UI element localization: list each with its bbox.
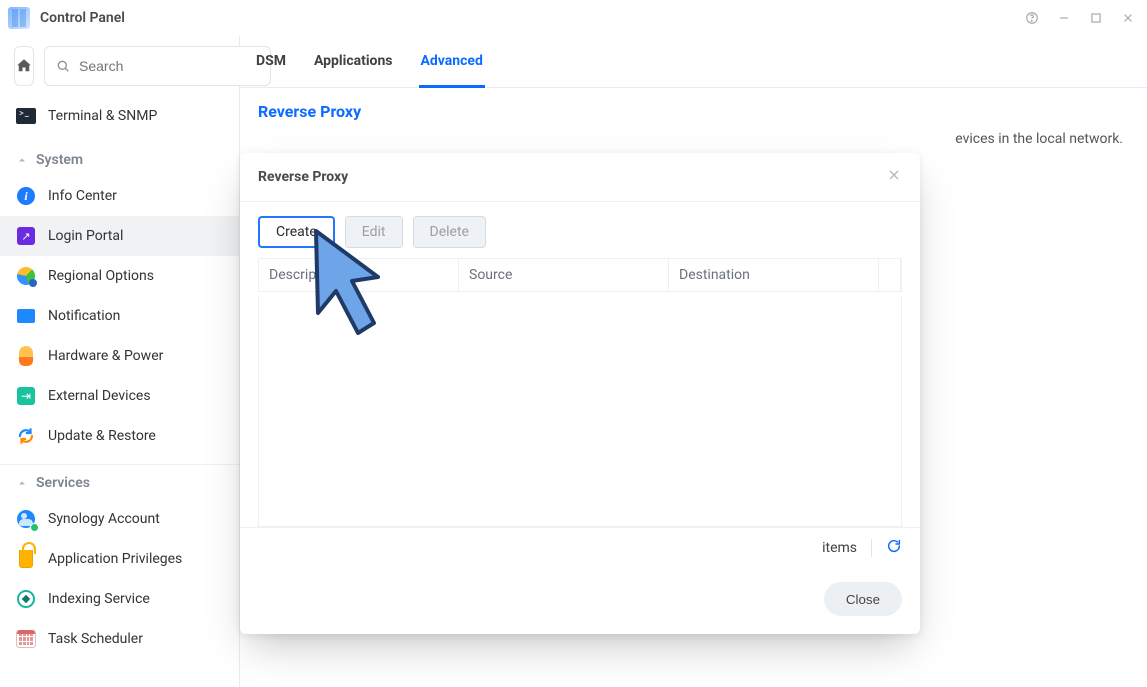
table: [258, 296, 902, 527]
search-icon: [55, 58, 71, 74]
section-label: System: [36, 152, 83, 168]
update-restore-icon: [16, 426, 36, 446]
section-description-partial: evices in the local network.: [240, 121, 1147, 147]
sidebar-item-label: Notification: [48, 308, 223, 324]
sidebar-section-system[interactable]: System: [0, 142, 239, 176]
search-input[interactable]: [79, 58, 260, 74]
sidebar-item-task-scheduler[interactable]: Task Scheduler: [0, 619, 239, 659]
sidebar-section-services[interactable]: Services: [0, 464, 239, 499]
col-destination[interactable]: Destination: [669, 259, 879, 291]
sidebar-item-update-restore[interactable]: Update & Restore: [0, 416, 239, 456]
minimize-button[interactable]: [1053, 7, 1075, 29]
sidebar-item-terminal-snmp[interactable]: Terminal & SNMP: [0, 96, 239, 136]
delete-button[interactable]: Delete: [413, 216, 486, 248]
search-field[interactable]: [44, 46, 271, 86]
window-title: Control Panel: [40, 10, 125, 26]
lock-icon: [16, 549, 36, 569]
sidebar-item-label: External Devices: [48, 388, 223, 404]
sidebar-item-hardware-power[interactable]: Hardware & Power: [0, 336, 239, 376]
sidebar-item-info-center[interactable]: Info Center: [0, 176, 239, 216]
maximize-button[interactable]: [1085, 7, 1107, 29]
dialog-close-icon[interactable]: [886, 167, 902, 187]
sidebar-item-label: Hardware & Power: [48, 348, 223, 364]
sidebar-item-label: Update & Restore: [48, 428, 223, 444]
col-source[interactable]: Source: [459, 259, 669, 291]
app-window: Control Panel Terminal & SNMP: [0, 0, 1147, 687]
sidebar-item-login-portal[interactable]: Login Portal: [0, 216, 239, 256]
dialog-title: Reverse Proxy: [258, 169, 348, 185]
calendar-icon: [16, 629, 36, 649]
app-icon: [8, 7, 30, 29]
sidebar-item-label: Regional Options: [48, 268, 223, 284]
account-icon: [16, 509, 36, 529]
sidebar: Terminal & SNMP System Info Center Login…: [0, 36, 240, 687]
table-body-empty: [259, 296, 901, 526]
bulb-icon: [16, 346, 36, 366]
tab-applications[interactable]: Applications: [312, 35, 395, 87]
sidebar-item-indexing-service[interactable]: Indexing Service: [0, 579, 239, 619]
chevron-up-icon: [16, 477, 28, 489]
sidebar-item-label: Terminal & SNMP: [48, 108, 223, 124]
col-tail: [879, 259, 901, 291]
section-title-text: Reverse Proxy: [258, 102, 1129, 121]
sidebar-item-notification[interactable]: Notification: [0, 296, 239, 336]
sidebar-item-synology-account[interactable]: Synology Account: [0, 499, 239, 539]
sidebar-item-regional-options[interactable]: Regional Options: [0, 256, 239, 296]
sidebar-item-application-privileges[interactable]: Application Privileges: [0, 539, 239, 579]
sidebar-item-label: Application Privileges: [48, 551, 223, 567]
edit-button[interactable]: Edit: [345, 216, 403, 248]
terminal-icon: [16, 106, 36, 126]
tab-dsm[interactable]: DSM: [254, 35, 288, 87]
sidebar-item-label: Synology Account: [48, 511, 223, 527]
close-window-button[interactable]: [1117, 7, 1139, 29]
tab-advanced[interactable]: Advanced: [419, 36, 485, 88]
chat-icon: [16, 306, 36, 326]
close-button[interactable]: Close: [824, 582, 902, 616]
sidebar-item-label: Info Center: [48, 188, 223, 204]
external-icon: [16, 386, 36, 406]
section-title: Reverse Proxy: [240, 88, 1147, 121]
sidebar-item-label: Task Scheduler: [48, 631, 223, 647]
section-desc-tail: evices in the local network.: [955, 131, 1123, 147]
refresh-icon: [886, 538, 902, 554]
col-description[interactable]: Description: [259, 259, 459, 291]
titlebar: Control Panel: [0, 0, 1147, 36]
login-portal-icon: [16, 226, 36, 246]
indexing-icon: [16, 589, 36, 609]
info-icon: [16, 186, 36, 206]
help-button[interactable]: [1021, 7, 1043, 29]
tabs: DSM Applications Advanced: [240, 36, 1147, 88]
sidebar-item-label: Login Portal: [48, 228, 223, 244]
globe-icon: [16, 266, 36, 286]
reverse-proxy-dialog: Reverse Proxy Create Edit Delete Descrip…: [240, 153, 920, 634]
home-button[interactable]: [14, 46, 34, 86]
items-label: items: [822, 540, 857, 556]
create-button[interactable]: Create: [258, 216, 335, 248]
sidebar-item-external-devices[interactable]: External Devices: [0, 376, 239, 416]
chevron-up-icon: [16, 154, 28, 166]
section-label: Services: [36, 475, 90, 491]
refresh-button[interactable]: [886, 538, 902, 558]
main: DSM Applications Advanced Reverse Proxy …: [240, 36, 1147, 687]
divider: [871, 539, 872, 557]
table-header: Description Source Destination: [258, 258, 902, 292]
dialog-status-bar: items: [240, 527, 920, 568]
sidebar-item-label: Indexing Service: [48, 591, 223, 607]
